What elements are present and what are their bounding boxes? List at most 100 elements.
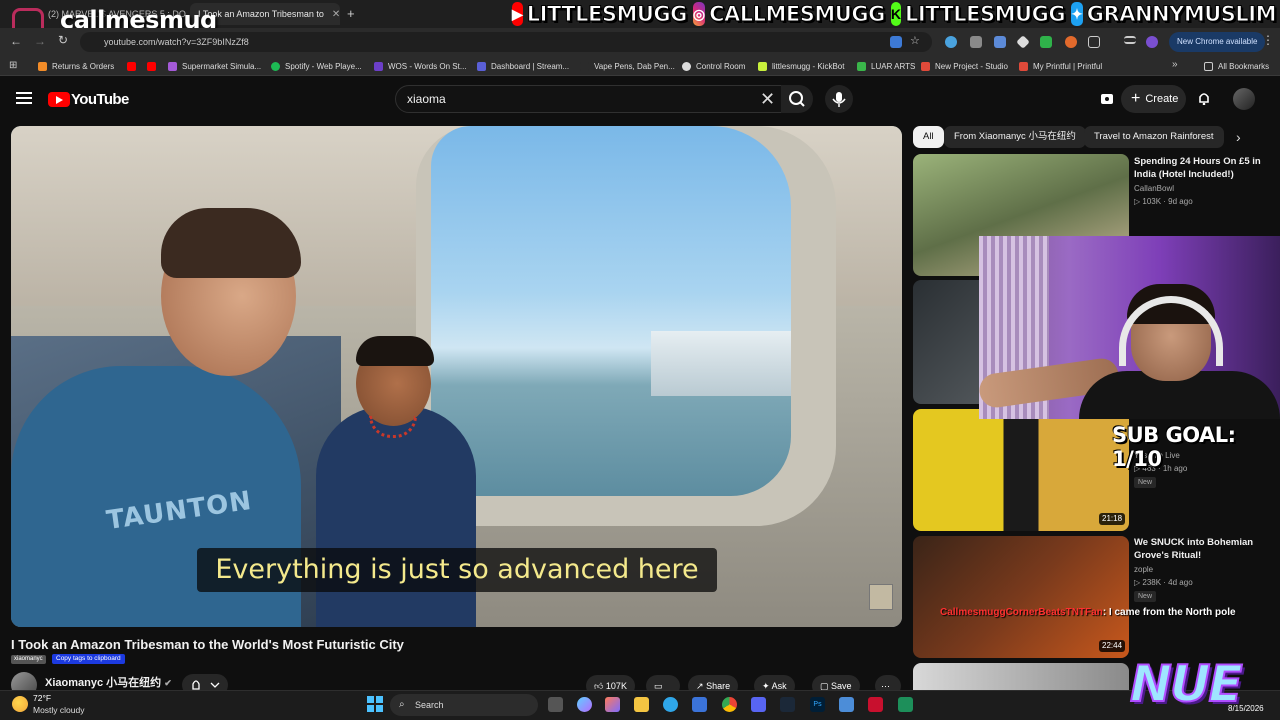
chat-text: : I came from the North pole bbox=[1102, 607, 1236, 618]
cast-icon[interactable] bbox=[1100, 92, 1114, 106]
play-icon: ▷ bbox=[1134, 578, 1141, 587]
bookmark-star-icon[interactable]: ☆ bbox=[910, 34, 920, 47]
bookmark-item[interactable]: Control Room bbox=[682, 59, 745, 73]
extensions-puzzle-icon[interactable] bbox=[1088, 36, 1100, 48]
chevron-right-icon[interactable]: › bbox=[1236, 129, 1241, 145]
reload-icon[interactable]: ↻ bbox=[58, 33, 68, 47]
task-view-icon[interactable] bbox=[548, 697, 563, 712]
bookmark-item[interactable]: Vape Pens, Dab Pen... bbox=[580, 59, 675, 73]
bookmark-item[interactable]: Supermarket Simula... bbox=[168, 59, 261, 73]
chat-overlay-message: CallmesmuggCornerBeatsTNTFan: I came fro… bbox=[940, 607, 1236, 618]
notepad-icon[interactable] bbox=[839, 697, 854, 712]
reading-list-icon[interactable] bbox=[1124, 36, 1136, 44]
bookmark-item[interactable]: Dashboard | Stream... bbox=[477, 59, 569, 73]
video-frame-window-view bbox=[431, 126, 791, 496]
youtube-bookmark-icon[interactable] bbox=[147, 59, 161, 73]
discord-icon[interactable] bbox=[751, 697, 766, 712]
store-icon[interactable] bbox=[692, 697, 707, 712]
extension-icon[interactable] bbox=[970, 36, 982, 48]
chevron-right-icon[interactable]: » bbox=[1172, 59, 1178, 70]
browser-toolbar: ← → ↻ youtube.com/watch?v=3ZF9bINzZf8 ☆ … bbox=[0, 28, 1280, 56]
account-avatar[interactable] bbox=[1233, 88, 1255, 110]
bookmark-item[interactable]: littlesmugg - KickBot bbox=[758, 59, 844, 73]
plus-icon: + bbox=[1131, 90, 1141, 107]
chip-all[interactable]: All bbox=[913, 126, 944, 148]
chat-username: CallmesmuggCornerBeatsTNTFan bbox=[940, 607, 1103, 618]
notifications-bell-icon[interactable] bbox=[1197, 91, 1211, 105]
back-icon[interactable]: ← bbox=[10, 34, 22, 48]
chip-amazon[interactable]: Travel to Amazon Rainforest bbox=[1084, 126, 1224, 148]
weather-icon[interactable] bbox=[12, 696, 28, 712]
instagram-icon: ◎ bbox=[692, 2, 706, 26]
weather-temp[interactable]: 72°F bbox=[33, 693, 51, 703]
file-explorer-icon[interactable] bbox=[634, 697, 649, 712]
video-frame-person-hair bbox=[161, 208, 301, 278]
nue-logo: NUE bbox=[1129, 654, 1244, 714]
recommendation-thumbnail[interactable] bbox=[913, 663, 1129, 690]
extension-icon[interactable] bbox=[994, 36, 1006, 48]
app-icon[interactable] bbox=[898, 697, 913, 712]
bookmark-item[interactable]: New Project - Studio bbox=[921, 59, 1008, 73]
recommendation-channel[interactable]: zople bbox=[1134, 565, 1153, 574]
search-input[interactable]: xiaoma bbox=[395, 85, 785, 113]
profile-icon[interactable] bbox=[1146, 36, 1158, 48]
weather-desc[interactable]: Mostly cloudy bbox=[33, 705, 85, 715]
menu-kebab-icon[interactable]: ⋮ bbox=[1262, 33, 1274, 47]
bookmark-item[interactable]: Spotify - Web Playe... bbox=[271, 59, 362, 73]
menu-icon[interactable] bbox=[16, 92, 32, 104]
apps-grid-icon[interactable]: ⊞ bbox=[9, 60, 17, 71]
printful-icon bbox=[1019, 61, 1028, 71]
app-icon[interactable] bbox=[605, 697, 620, 712]
youtube-logo-text[interactable]: YouTube bbox=[71, 91, 129, 108]
chrome-icon[interactable] bbox=[722, 697, 737, 712]
play-icon: ▷ bbox=[1134, 197, 1141, 206]
edge-icon[interactable] bbox=[663, 697, 678, 712]
recommendation-thumbnail[interactable]: 21:18 bbox=[913, 409, 1129, 531]
video-player[interactable]: TAUNTON Everything is just so advanced h… bbox=[11, 126, 902, 627]
streamlabs-icon bbox=[477, 61, 486, 71]
recommendation-title[interactable]: Spending 24 Hours On £5 in India (Hotel … bbox=[1134, 155, 1274, 181]
search-icon bbox=[789, 91, 805, 107]
windows-start-icon[interactable] bbox=[367, 696, 383, 712]
bookmark-favicon-icon bbox=[374, 61, 383, 71]
translate-icon[interactable] bbox=[890, 36, 902, 48]
new-tab-button[interactable]: + bbox=[347, 6, 355, 21]
app-icon[interactable] bbox=[868, 697, 883, 712]
forward-icon[interactable]: → bbox=[34, 34, 46, 48]
create-button[interactable]: + Create bbox=[1121, 85, 1186, 113]
kick-icon: K bbox=[890, 2, 901, 26]
clear-icon[interactable]: ✕ bbox=[760, 89, 775, 110]
social-handle: LITTLESMUGG bbox=[526, 2, 688, 27]
bookmark-item[interactable]: LUAR ARTS bbox=[857, 59, 915, 73]
search-icon: ⌕ bbox=[399, 699, 405, 710]
mic-icon bbox=[832, 92, 846, 107]
address-bar[interactable]: youtube.com/watch?v=3ZF9bINzZf8 bbox=[80, 32, 932, 52]
channel-watermark[interactable] bbox=[869, 584, 893, 610]
recommendation-title[interactable]: We SNUCK into Bohemian Grove's Ritual! bbox=[1134, 536, 1274, 562]
voice-search-button[interactable] bbox=[825, 85, 853, 113]
bookmark-item[interactable]: Returns & Orders bbox=[38, 59, 114, 73]
extension-icon[interactable] bbox=[1065, 36, 1077, 48]
bookmark-item[interactable]: WOS - Words On St... bbox=[374, 59, 467, 73]
close-icon[interactable]: ✕ bbox=[332, 9, 340, 20]
video-tag[interactable]: xiaomanyc bbox=[11, 655, 46, 664]
photoshop-icon[interactable]: Ps bbox=[810, 697, 825, 712]
taskbar-search[interactable]: ⌕ Search bbox=[390, 694, 538, 716]
extension-icon[interactable] bbox=[945, 36, 957, 48]
search-button[interactable] bbox=[781, 85, 813, 113]
youtube-bookmark-icon[interactable] bbox=[127, 59, 141, 73]
recommendation-channel[interactable]: CallanBowl bbox=[1134, 184, 1174, 193]
recommendation-thumbnail[interactable]: 22:44 bbox=[913, 536, 1129, 658]
extension-icon[interactable] bbox=[1016, 35, 1030, 49]
chip-from-channel[interactable]: From Xiaomanyc 小马在纽约 bbox=[944, 126, 1086, 148]
steam-icon[interactable] bbox=[780, 697, 795, 712]
all-bookmarks[interactable]: All Bookmarks bbox=[1204, 59, 1269, 73]
new-chrome-button[interactable]: New Chrome available bbox=[1169, 32, 1266, 52]
copy-tags-button[interactable]: Copy tags to clipboard bbox=[52, 654, 125, 664]
extension-icon[interactable] bbox=[1040, 36, 1052, 48]
bookmark-item[interactable]: My Printful | Printful bbox=[1019, 59, 1102, 73]
channel-name[interactable]: Xiaomanyc 小马在纽约 ✔ bbox=[45, 674, 172, 690]
copilot-icon[interactable] bbox=[577, 697, 592, 712]
video-frame-person bbox=[316, 406, 476, 627]
youtube-logo-icon[interactable] bbox=[48, 92, 70, 107]
